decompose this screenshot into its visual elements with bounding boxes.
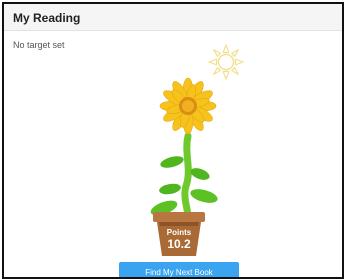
find-next-book-button[interactable]: Find My Next Book — [119, 262, 239, 277]
points-label: Points — [166, 228, 192, 237]
widget-header: My Reading — [4, 4, 342, 31]
target-status: No target set — [13, 40, 65, 50]
my-reading-widget: My Reading No target set Points 10.2 Fin… — [2, 2, 344, 279]
points-value: 10.2 — [167, 237, 191, 251]
widget-title: My Reading — [13, 11, 81, 25]
